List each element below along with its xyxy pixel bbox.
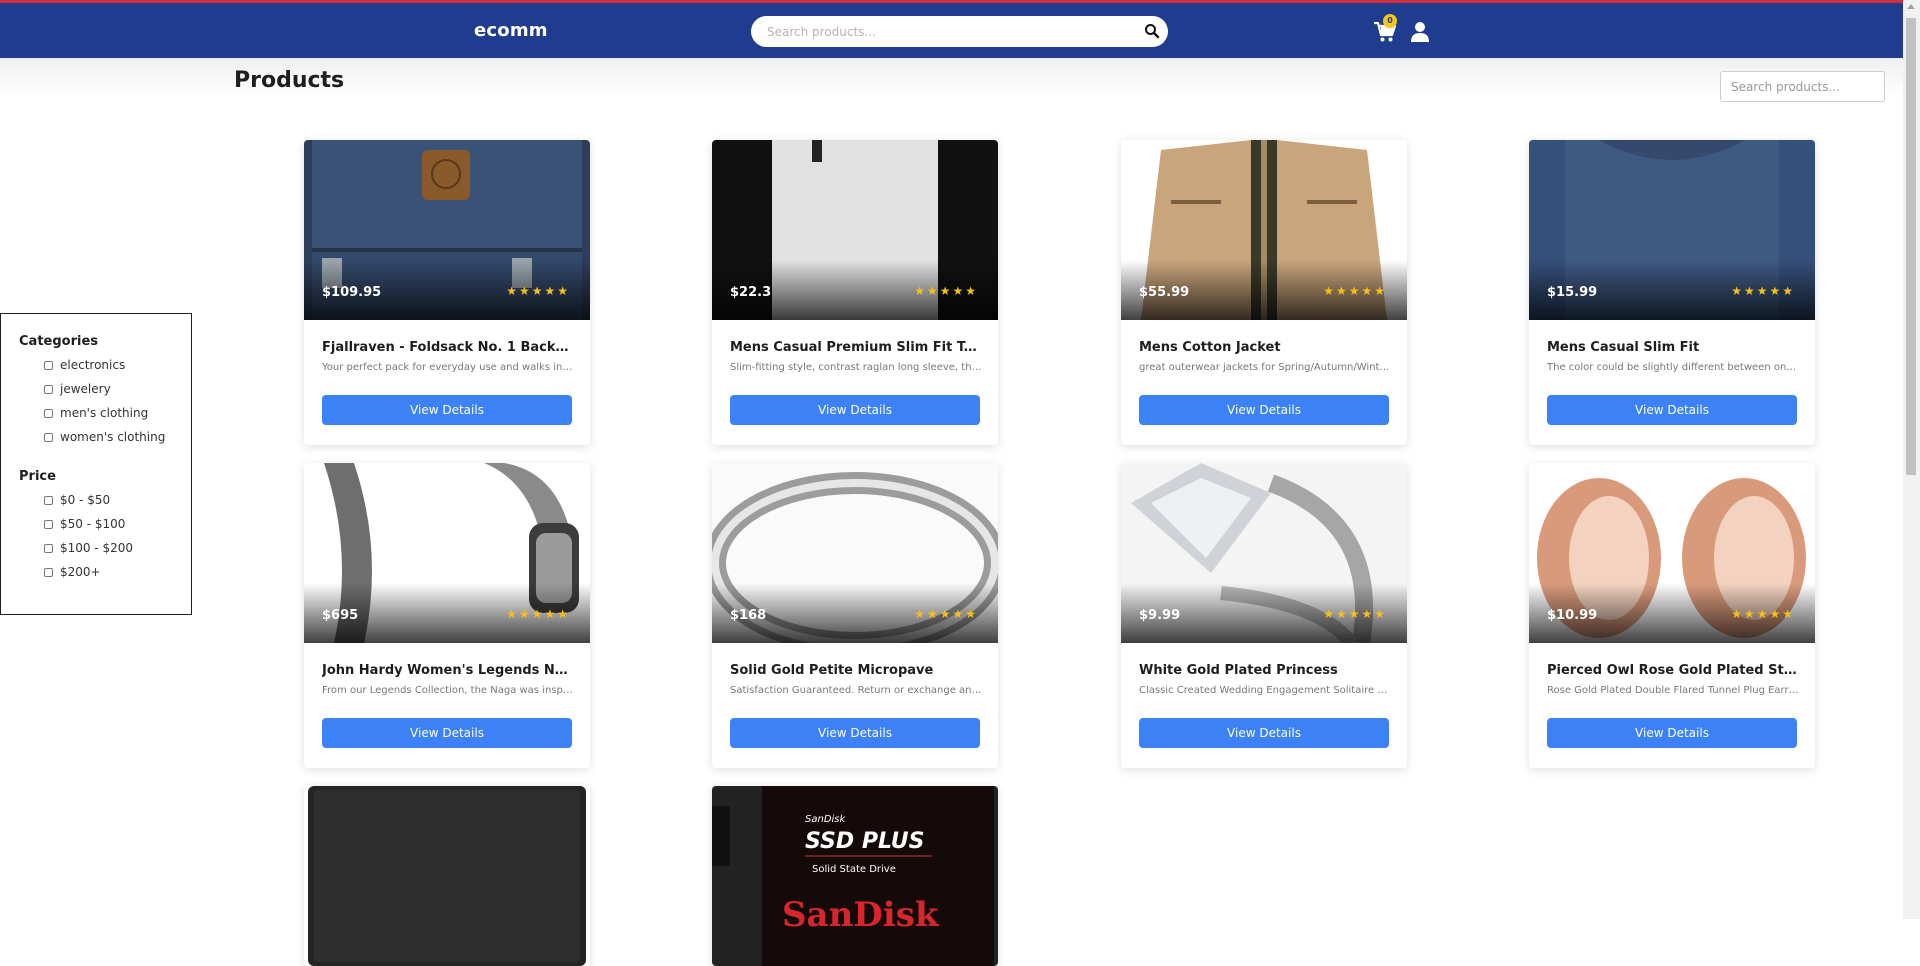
filter-panel: Categories electronics jewelery men's cl… — [0, 313, 192, 615]
filter-category-electronics[interactable]: electronics — [44, 357, 125, 373]
view-details-button[interactable]: View Details — [1139, 395, 1389, 425]
product-description: great outerwear jackets for Spring/Autum… — [1139, 362, 1391, 373]
ssd-brand-small: SanDisk — [805, 814, 847, 825]
product-name[interactable]: John Hardy Women's Legends Naga Gold & S… — [322, 663, 574, 678]
product-card[interactable]: SanDisk SSD PLUS Solid State Drive SanDi… — [712, 786, 998, 966]
page-search-input[interactable] — [1731, 80, 1876, 94]
product-price: $10.99 — [1547, 608, 1598, 623]
star-rating: ★★★★★ — [914, 284, 978, 298]
product-name[interactable]: Mens Casual Premium Slim Fit T-Shirts — [730, 340, 982, 355]
filter-label: $200+ — [60, 565, 101, 579]
filter-price-100-200[interactable]: $100 - $200 — [44, 540, 133, 556]
categories-heading: Categories — [19, 334, 99, 349]
view-details-button[interactable]: View Details — [322, 395, 572, 425]
checkbox[interactable] — [44, 567, 53, 577]
product-card[interactable]: $15.99 ★★★★★ Mens Casual Slim Fit The co… — [1529, 140, 1815, 445]
product-description: Rose Gold Plated Double Flared Tunnel Pl… — [1547, 685, 1799, 696]
checkbox[interactable] — [44, 432, 53, 442]
brand-logo[interactable]: ecomm — [474, 20, 548, 41]
view-details-button[interactable]: View Details — [1547, 395, 1797, 425]
filter-label: $50 - $100 — [60, 517, 126, 531]
product-name[interactable]: Pierced Owl Rose Gold Plated Stainless S… — [1547, 663, 1799, 678]
product-description: From our Legends Collection, the Naga wa… — [322, 685, 574, 696]
product-description: The color could be slightly different be… — [1547, 362, 1799, 373]
product-price: $168 — [730, 608, 767, 623]
filter-price-200-plus[interactable]: $200+ — [44, 564, 101, 580]
filter-label: $0 - $50 — [60, 493, 111, 507]
view-details-button[interactable]: View Details — [730, 718, 980, 748]
ssd-title: SSD PLUS — [805, 829, 924, 854]
filter-category-womens-clothing[interactable]: women's clothing — [44, 429, 165, 445]
star-rating: ★★★★★ — [1323, 284, 1387, 298]
star-rating: ★★★★★ — [1323, 607, 1387, 621]
filter-label: jewelery — [60, 382, 111, 396]
star-rating: ★★★★★ — [506, 607, 570, 621]
navbar-search-input[interactable] — [767, 23, 1127, 41]
filter-label: women's clothing — [60, 430, 166, 444]
view-details-button[interactable]: View Details — [1547, 718, 1797, 748]
product-price: $55.99 — [1139, 285, 1190, 300]
user-icon[interactable] — [1410, 21, 1430, 43]
product-card[interactable] — [304, 786, 590, 966]
checkbox[interactable] — [44, 495, 53, 505]
view-details-button[interactable]: View Details — [730, 395, 980, 425]
product-image[interactable] — [304, 786, 590, 966]
search-icon[interactable] — [1144, 23, 1160, 39]
ssd-subtitle: Solid State Drive — [812, 864, 896, 875]
star-rating: ★★★★★ — [1731, 607, 1795, 621]
product-card[interactable]: $695 ★★★★★ John Hardy Women's Legends Na… — [304, 463, 590, 768]
page-search — [1720, 71, 1885, 102]
product-card[interactable]: $9.99 ★★★★★ White Gold Plated Princess C… — [1121, 463, 1407, 768]
product-price: $9.99 — [1139, 608, 1181, 623]
checkbox[interactable] — [44, 384, 53, 394]
cart-count-badge: 0 — [1383, 14, 1397, 28]
checkbox[interactable] — [44, 360, 53, 370]
product-price: $22.3 — [730, 285, 772, 300]
price-heading: Price — [19, 469, 56, 484]
product-card[interactable]: $168 ★★★★★ Solid Gold Petite Micropave S… — [712, 463, 998, 768]
view-details-button[interactable]: View Details — [1139, 718, 1389, 748]
product-name[interactable]: White Gold Plated Princess — [1139, 663, 1391, 678]
filter-price-50-100[interactable]: $50 - $100 — [44, 516, 125, 532]
navbar: ecomm — [0, 3, 1903, 58]
product-card[interactable]: $10.99 ★★★★★ Pierced Owl Rose Gold Plate… — [1529, 463, 1815, 768]
filter-label: $100 - $200 — [60, 541, 134, 555]
product-description: Satisfaction Guaranteed. Return or excha… — [730, 685, 982, 696]
product-name[interactable]: Mens Casual Slim Fit — [1547, 340, 1799, 355]
page-title: Products — [234, 68, 345, 93]
filter-price-0-50[interactable]: $0 - $50 — [44, 492, 110, 508]
product-name[interactable]: Solid Gold Petite Micropave — [730, 663, 982, 678]
filter-category-mens-clothing[interactable]: men's clothing — [44, 405, 148, 421]
product-name[interactable]: Fjallraven - Foldsack No. 1 Backpack, Fi… — [322, 340, 574, 355]
product-price: $695 — [322, 608, 359, 623]
product-description: Your perfect pack for everyday use and w… — [322, 362, 574, 373]
product-description: Classic Created Wedding Engagement Solit… — [1139, 685, 1391, 696]
product-description: Slim-fitting style, contrast raglan long… — [730, 362, 982, 373]
scroll-up-arrow-icon[interactable] — [1907, 4, 1915, 9]
sandisk-logo: SanDisk — [782, 895, 940, 935]
product-card[interactable]: $55.99 ★★★★★ Mens Cotton Jacket great ou… — [1121, 140, 1407, 445]
navbar-search — [751, 16, 1168, 47]
product-price: $109.95 — [322, 285, 382, 300]
star-rating: ★★★★★ — [1731, 284, 1795, 298]
view-details-button[interactable]: View Details — [322, 718, 572, 748]
scrollbar-thumb[interactable] — [1906, 18, 1916, 475]
checkbox[interactable] — [44, 519, 53, 529]
product-card[interactable]: $109.95 ★★★★★ Fjallraven - Foldsack No. … — [304, 140, 590, 445]
star-rating: ★★★★★ — [914, 607, 978, 621]
product-name[interactable]: Mens Cotton Jacket — [1139, 340, 1391, 355]
filter-label: electronics — [60, 358, 126, 372]
filter-category-jewelery[interactable]: jewelery — [44, 381, 111, 397]
checkbox[interactable] — [44, 408, 53, 418]
product-price: $15.99 — [1547, 285, 1598, 300]
filter-label: men's clothing — [60, 406, 149, 420]
product-image[interactable]: SanDisk SSD PLUS Solid State Drive SanDi… — [712, 786, 998, 966]
star-rating: ★★★★★ — [506, 284, 570, 298]
checkbox[interactable] — [44, 543, 53, 553]
product-card[interactable]: $22.3 ★★★★★ Mens Casual Premium Slim Fit… — [712, 140, 998, 445]
